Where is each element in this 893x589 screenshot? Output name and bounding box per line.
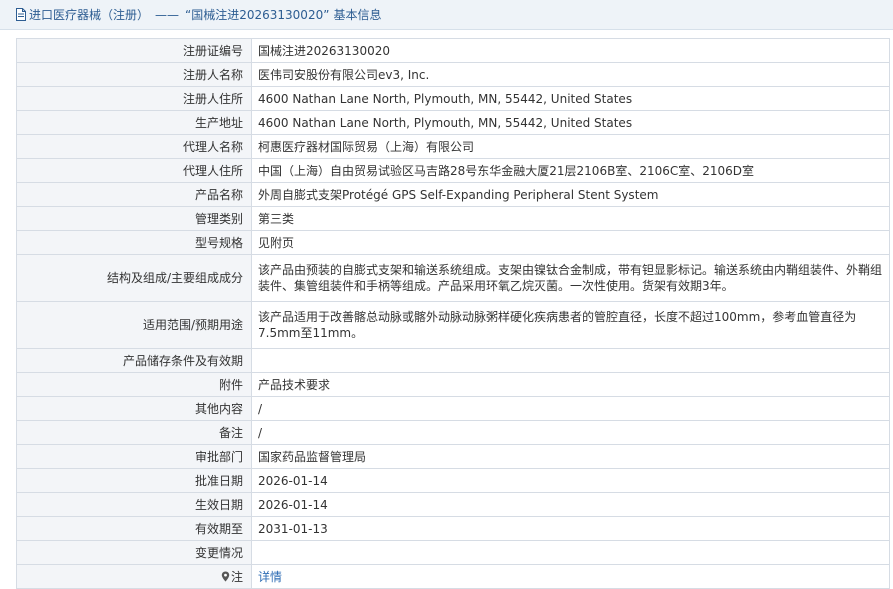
field-value-other: / (251, 396, 890, 421)
table-row: 型号规格 见附页 (16, 230, 890, 255)
field-value-structure: 该产品由预装的自膨式支架和输送系统组成。支架由镍钛合金制成，带有钽显影标记。输送… (251, 254, 890, 302)
table-row: 生产地址 4600 Nathan Lane North, Plymouth, M… (16, 110, 890, 135)
table-row: 结构及组成/主要组成成分 该产品由预装的自膨式支架和输送系统组成。支架由镍钛合金… (16, 254, 890, 302)
table-row: 其他内容 / (16, 396, 890, 421)
field-label-registration-no: 注册证编号 (16, 38, 252, 63)
section-title: 进口医疗器械（注册） (29, 8, 150, 22)
table-row: 备注 / (16, 420, 890, 445)
field-value-attachment: 产品技术要求 (251, 372, 890, 397)
table-row: 变更情况 (16, 540, 890, 565)
table-row: 注册人住所 4600 Nathan Lane North, Plymouth, … (16, 86, 890, 111)
field-label-agent-name: 代理人名称 (16, 134, 252, 159)
field-value-agent-name: 柯惠医疗器材国际贸易（上海）有限公司 (251, 134, 890, 159)
table-row: 代理人住所 中国（上海）自由贸易试验区马吉路28号东华金融大厦21层2106B室… (16, 158, 890, 183)
field-label-model-spec: 型号规格 (16, 230, 252, 255)
field-label-valid-until: 有效期至 (16, 516, 252, 541)
field-value-management-class: 第三类 (251, 206, 890, 231)
table-row: 附件 产品技术要求 (16, 372, 890, 397)
field-value-model-spec: 见附页 (251, 230, 890, 255)
field-label-structure: 结构及组成/主要组成成分 (16, 254, 252, 302)
table-row: 产品名称 外周自膨式支架Protégé GPS Self-Expanding P… (16, 182, 890, 207)
pin-icon (221, 571, 230, 581)
field-label-changes: 变更情况 (16, 540, 252, 565)
field-value-remarks: / (251, 420, 890, 445)
table-row: 管理类别 第三类 (16, 206, 890, 231)
table-row: 有效期至 2031-01-13 (16, 516, 890, 541)
field-label-approval-date: 批准日期 (16, 468, 252, 493)
field-label-approval-dept: 审批部门 (16, 444, 252, 469)
field-label-agent-address: 代理人住所 (16, 158, 252, 183)
field-label-effective-date: 生效日期 (16, 492, 252, 517)
field-value-product-name: 外周自膨式支架Protégé GPS Self-Expanding Periph… (251, 182, 890, 207)
field-label-registrant-name: 注册人名称 (16, 62, 252, 87)
field-label-note: 注 (16, 564, 252, 589)
table-row: 代理人名称 柯惠医疗器材国际贸易（上海）有限公司 (16, 134, 890, 159)
table-row: 审批部门 国家药品监督管理局 (16, 444, 890, 469)
title-suffix: 基本信息 (333, 8, 382, 22)
info-table: 注册证编号 国械注进20263130020 注册人名称 医伟司安股份有限公司ev… (16, 38, 890, 589)
field-label-production-address: 生产地址 (16, 110, 252, 135)
field-label-management-class: 管理类别 (16, 206, 252, 231)
field-label-storage: 产品储存条件及有效期 (16, 348, 252, 373)
table-row: 注册人名称 医伟司安股份有限公司ev3, Inc. (16, 62, 890, 87)
record-title: “国械注进20263130020” (185, 8, 330, 22)
field-value-approval-dept: 国家药品监督管理局 (251, 444, 890, 469)
field-label-intended-use: 适用范围/预期用途 (16, 301, 252, 349)
field-value-valid-until: 2031-01-13 (251, 516, 890, 541)
table-row: 注 详情 (16, 564, 890, 589)
title-separator: —— (155, 7, 180, 22)
field-value-registration-no: 国械注进20263130020 (251, 38, 890, 63)
table-row: 注册证编号 国械注进20263130020 (16, 38, 890, 63)
document-icon (16, 8, 26, 21)
field-label-product-name: 产品名称 (16, 182, 252, 207)
field-value-registrant-name: 医伟司安股份有限公司ev3, Inc. (251, 62, 890, 87)
table-row: 批准日期 2026-01-14 (16, 468, 890, 493)
field-value-registrant-address: 4600 Nathan Lane North, Plymouth, MN, 55… (251, 86, 890, 111)
field-value-approval-date: 2026-01-14 (251, 468, 890, 493)
field-label-registrant-address: 注册人住所 (16, 86, 252, 111)
table-row: 产品储存条件及有效期 (16, 348, 890, 373)
note-label: 注 (230, 569, 243, 584)
field-value-changes (251, 540, 890, 565)
field-value-effective-date: 2026-01-14 (251, 492, 890, 517)
field-label-other: 其他内容 (16, 396, 252, 421)
field-label-remarks: 备注 (16, 420, 252, 445)
field-label-attachment: 附件 (16, 372, 252, 397)
field-value-note: 详情 (251, 564, 890, 589)
field-value-agent-address: 中国（上海）自由贸易试验区马吉路28号东华金融大厦21层2106B室、2106C… (251, 158, 890, 183)
table-row: 生效日期 2026-01-14 (16, 492, 890, 517)
field-value-intended-use: 该产品适用于改善髂总动脉或髂外动脉动脉粥样硬化疾病患者的管腔直径，长度不超过10… (251, 301, 890, 349)
table-row: 适用范围/预期用途 该产品适用于改善髂总动脉或髂外动脉动脉粥样硬化疾病患者的管腔… (16, 301, 890, 349)
details-link[interactable]: 详情 (258, 570, 282, 584)
field-value-storage (251, 348, 890, 373)
page-header: 进口医疗器械（注册） —— “国械注进20263130020” 基本信息 (0, 0, 893, 30)
field-value-production-address: 4600 Nathan Lane North, Plymouth, MN, 55… (251, 110, 890, 135)
